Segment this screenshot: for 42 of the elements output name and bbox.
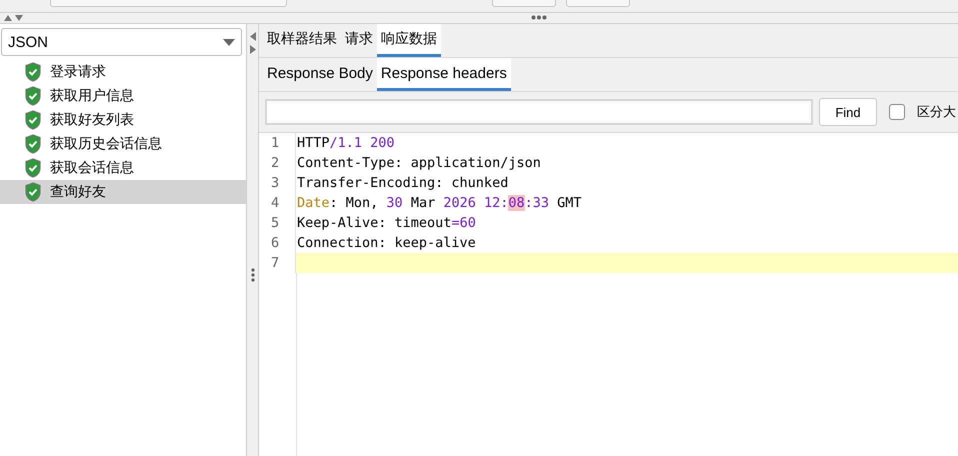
search-field[interactable] — [265, 99, 813, 125]
code-line: HTTP/1.1 200 — [296, 134, 396, 153]
collapse-up-icon[interactable] — [4, 15, 12, 21]
tab[interactable]: Response headers — [376, 58, 511, 91]
code-line: Date: Mon, 30 Mar 2026 12:08:33 GMT — [296, 194, 583, 213]
shield-check-icon — [24, 110, 42, 130]
line-number: 6 — [259, 233, 296, 253]
sampler-item[interactable]: 获取历史会话信息 — [0, 132, 246, 156]
tab[interactable]: Response Body — [263, 58, 377, 91]
tab[interactable]: 请求 — [341, 24, 377, 57]
caret-icon — [223, 38, 235, 46]
sampler-item[interactable]: 登录请求 — [0, 60, 246, 84]
line-number: 3 — [259, 173, 296, 193]
code-line: Connection: keep-alive — [296, 234, 477, 253]
splitter-grip-icon[interactable] — [251, 268, 255, 282]
sampler-item[interactable]: 查询好友 — [0, 180, 246, 204]
shield-check-icon — [24, 182, 42, 202]
code-line: Content-Type: application/json — [296, 154, 542, 173]
checkbox-label: 区分大 — [917, 104, 956, 121]
line-number: 1 — [259, 133, 296, 153]
tab[interactable]: 取样器结果 — [263, 24, 341, 57]
sampler-item[interactable]: 获取用户信息 — [0, 84, 246, 108]
sampler-item[interactable]: 获取好友列表 — [0, 108, 246, 132]
line-number: 5 — [259, 213, 296, 233]
expand-right-icon[interactable] — [250, 45, 256, 54]
tab[interactable]: 响应数据 — [377, 24, 441, 57]
line-number: 2 — [259, 153, 296, 173]
find-button[interactable]: Find — [819, 98, 877, 126]
line-number: 4 — [259, 193, 296, 213]
shield-check-icon — [24, 158, 42, 178]
shield-check-icon — [24, 62, 42, 82]
splitter-grip-icon[interactable] — [531, 15, 547, 20]
renderer-dropdown[interactable]: JSON — [1, 28, 242, 56]
code-line: Keep-Alive: timeout=60 — [296, 214, 477, 233]
code-line: Transfer-Encoding: chunked — [296, 174, 510, 193]
sampler-item[interactable]: 获取会话信息 — [0, 156, 246, 180]
shield-check-icon — [24, 134, 42, 154]
collapse-left-icon[interactable] — [250, 32, 256, 41]
expand-down-icon[interactable] — [15, 15, 23, 21]
checkbox[interactable] — [889, 104, 905, 120]
toolbar-field[interactable] — [50, 0, 287, 7]
shield-check-icon — [24, 86, 42, 106]
